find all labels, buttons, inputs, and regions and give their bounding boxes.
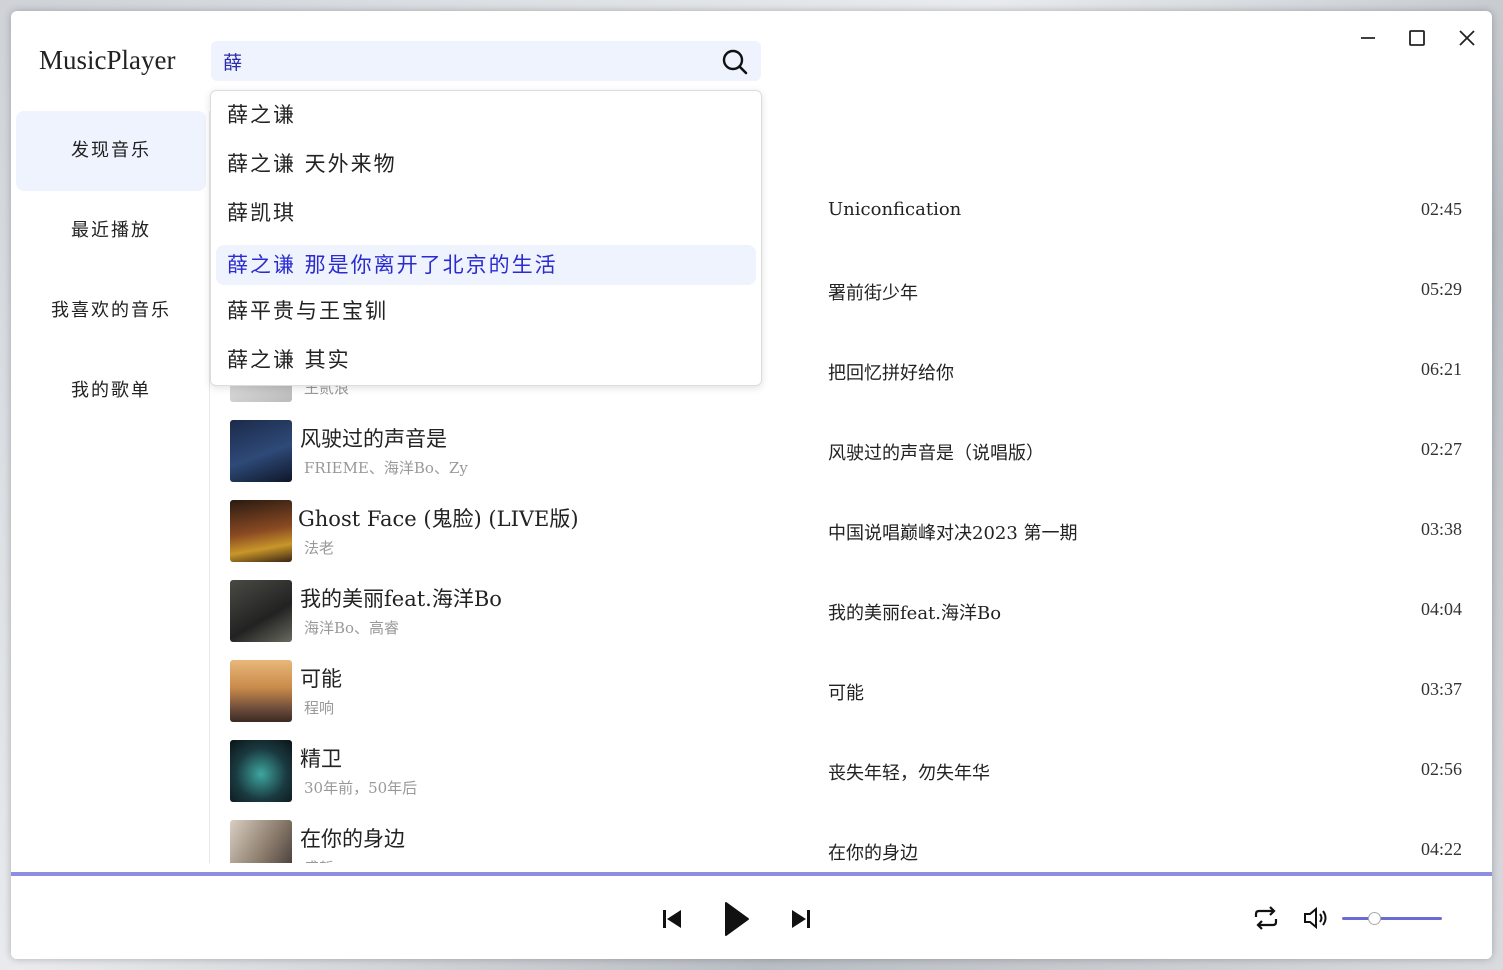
sidebar-item-favorites[interactable]: 我喜欢的音乐 bbox=[16, 271, 206, 351]
song-duration: 02:56 bbox=[1420, 759, 1462, 779]
sidebar-item-discover[interactable]: 发现音乐 bbox=[16, 111, 206, 191]
suggestion-item[interactable]: 薛凯琪 bbox=[216, 192, 756, 241]
song-album: 在你的身边 bbox=[828, 843, 918, 863]
album-cover bbox=[230, 660, 292, 722]
player-bar bbox=[11, 876, 1492, 959]
song-artist: 海洋Bo、高睿 bbox=[304, 619, 400, 637]
repeat-icon[interactable] bbox=[1252, 904, 1280, 932]
suggestion-item[interactable]: 薛之谦 其实 bbox=[216, 339, 756, 388]
song-artist: 30年前，50年后 bbox=[304, 779, 418, 797]
song-duration: 03:38 bbox=[1420, 519, 1462, 539]
album-cover bbox=[230, 500, 292, 562]
song-artist: 法老 bbox=[304, 539, 335, 557]
album-cover bbox=[230, 740, 292, 802]
maximize-button[interactable] bbox=[1404, 25, 1430, 51]
volume-icon[interactable] bbox=[1302, 904, 1330, 932]
volume-slider-handle[interactable] bbox=[1368, 912, 1381, 925]
sidebar-item-playlists[interactable]: 我的歌单 bbox=[16, 351, 206, 431]
song-row[interactable]: 在你的身边 盛哲 在你的身边 04:22 bbox=[211, 811, 1481, 863]
play-icon[interactable] bbox=[721, 900, 751, 938]
song-row[interactable]: 风驶过的声音是 FRIEME、海洋Bo、Zy 风驶过的声音是（说唱版） 02:2… bbox=[211, 411, 1481, 491]
album-cover bbox=[230, 580, 292, 642]
maximize-icon bbox=[1409, 30, 1425, 46]
search-icon[interactable] bbox=[721, 48, 749, 76]
close-icon bbox=[1459, 30, 1475, 46]
song-album: 中国说唱巅峰对决2023 第一期 bbox=[828, 523, 1078, 544]
search-suggestions: 薛之谦 薛之谦 天外来物 薛凯琪 薛之谦 那是你离开了北京的生活 薛平贵与王宝钏… bbox=[210, 90, 762, 386]
song-artist: 程响 bbox=[304, 699, 335, 717]
song-duration: 04:04 bbox=[1420, 599, 1462, 619]
song-album: 风驶过的声音是（说唱版） bbox=[828, 443, 1044, 464]
song-album: 把回忆拼好给你 bbox=[828, 363, 954, 384]
album-cover bbox=[230, 820, 292, 863]
close-button[interactable] bbox=[1454, 25, 1480, 51]
song-duration: 03:37 bbox=[1420, 679, 1462, 699]
song-album: Uniconfication bbox=[828, 199, 962, 220]
minimize-button[interactable] bbox=[1355, 25, 1381, 51]
song-title: Ghost Face (鬼脸) (LIVE版) bbox=[298, 507, 579, 531]
search-box bbox=[211, 41, 761, 81]
song-album: 可能 bbox=[828, 683, 864, 704]
app-window: MusicPlayer 发现音乐 最近播放 我喜欢的音乐 我的歌单 Unicon… bbox=[11, 11, 1492, 959]
song-artist: FRIEME、海洋Bo、Zy bbox=[304, 459, 468, 477]
song-row[interactable]: 我的美丽feat.海洋Bo 海洋Bo、高睿 我的美丽feat.海洋Bo 04:0… bbox=[211, 571, 1481, 651]
song-album: 署前街少年 bbox=[828, 283, 918, 304]
song-title: 可能 bbox=[300, 667, 342, 691]
suggestion-item[interactable]: 薛之谦 bbox=[216, 94, 756, 143]
volume-slider[interactable] bbox=[1342, 917, 1442, 920]
song-duration: 02:27 bbox=[1420, 439, 1462, 459]
song-title: 我的美丽feat.海洋Bo bbox=[300, 587, 502, 611]
suggestion-item-highlighted[interactable]: 薛之谦 那是你离开了北京的生活 bbox=[216, 245, 756, 285]
album-cover bbox=[230, 420, 292, 482]
song-row[interactable]: 可能 程响 可能 03:37 bbox=[211, 651, 1481, 731]
minimize-icon bbox=[1361, 37, 1375, 39]
sidebar-item-recent[interactable]: 最近播放 bbox=[16, 191, 206, 271]
song-row[interactable]: Ghost Face (鬼脸) (LIVE版) 法老 中国说唱巅峰对决2023 … bbox=[211, 491, 1481, 571]
song-album: 丧失年轻，勿失年华 bbox=[828, 763, 990, 784]
song-duration: 02:45 bbox=[1420, 199, 1462, 219]
song-duration: 06:21 bbox=[1420, 359, 1462, 379]
app-title: MusicPlayer bbox=[39, 45, 176, 75]
song-title: 风驶过的声音是 bbox=[300, 427, 447, 451]
prev-icon[interactable] bbox=[659, 906, 685, 932]
next-icon[interactable] bbox=[788, 906, 814, 932]
song-duration: 05:29 bbox=[1420, 279, 1462, 299]
song-duration: 04:22 bbox=[1420, 839, 1462, 859]
suggestion-item[interactable]: 薛平贵与王宝钏 bbox=[216, 290, 756, 339]
search-input[interactable] bbox=[223, 49, 703, 73]
sidebar: 发现音乐 最近播放 我喜欢的音乐 我的歌单 bbox=[16, 111, 206, 431]
song-title: 在你的身边 bbox=[300, 827, 405, 851]
song-album: 我的美丽feat.海洋Bo bbox=[828, 603, 1002, 624]
song-artist: 盛哲 bbox=[304, 857, 334, 863]
suggestion-item[interactable]: 薛之谦 天外来物 bbox=[216, 143, 756, 192]
song-row[interactable]: 精卫 30年前，50年后 丧失年轻，勿失年华 02:56 bbox=[211, 731, 1481, 811]
song-title: 精卫 bbox=[300, 747, 342, 771]
